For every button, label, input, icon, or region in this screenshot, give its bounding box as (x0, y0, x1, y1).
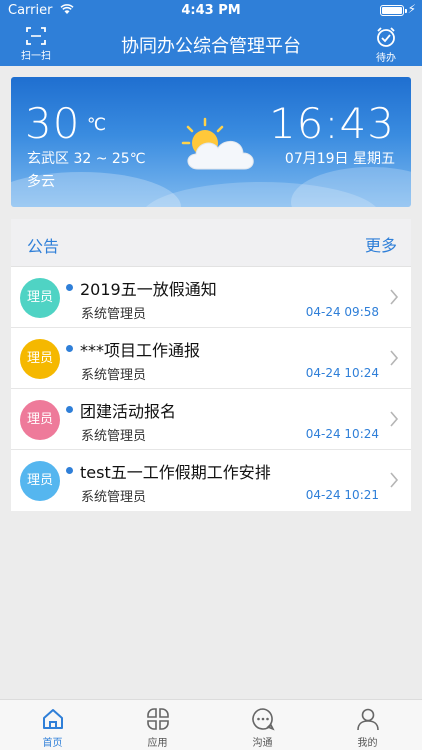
announcement-title: 公告 (27, 237, 60, 256)
tab-profile-label: 我的 (357, 738, 378, 749)
tab-apps[interactable]: 应用 (105, 700, 210, 750)
unread-dot (66, 345, 73, 352)
announcement-item-title: 团建活动报名 (80, 402, 177, 421)
announcement-time: 04-24 10:24 (305, 427, 379, 441)
chat-icon (251, 708, 275, 731)
tab-profile[interactable]: 我的 (315, 700, 420, 750)
weather-description: 多云 (27, 174, 55, 190)
home-icon (42, 709, 63, 729)
nav-bar: 扫一扫 协同办公综合管理平台 待办 (0, 22, 422, 66)
tab-home-label: 首页 (42, 738, 63, 749)
tab-home[interactable]: 首页 (0, 700, 105, 750)
announcement-row[interactable]: 理员 ***项目工作通报系统管理员 04-24 10:24 (11, 328, 411, 389)
charging-icon: ⚡ (407, 2, 416, 16)
tab-chat-label: 沟通 (252, 738, 273, 749)
weather-card: 30 ℃ 玄武区 32 ~ 25℃ 多云 16:43 07月19日 星期五 (11, 77, 411, 207)
announcement-row[interactable]: 理员 2019五一放假通知系统管理员 04-24 09:58 (11, 267, 411, 328)
todo-clock-icon (377, 27, 395, 47)
chevron-right-icon (389, 471, 399, 493)
weather-temperature: 30 (25, 99, 81, 148)
unread-dot (66, 406, 73, 413)
announcement-header: 公告 更多 (11, 219, 411, 267)
announcement-author: 系统管理员 (81, 368, 147, 383)
battery-icon (380, 5, 407, 16)
chevron-right-icon (389, 349, 399, 371)
temperature-unit: ℃ (87, 115, 107, 135)
weather-clock: 16:43 (268, 99, 395, 148)
chevron-right-icon (389, 410, 399, 432)
avatar: 理员 (20, 400, 60, 440)
announcement-row[interactable]: 理员 test五一工作假期工作安排系统管理员 04-24 10:21 (11, 450, 411, 511)
tab-apps-label: 应用 (147, 738, 168, 749)
announcement-time: 04-24 09:58 (305, 305, 379, 319)
profile-icon (356, 708, 379, 731)
more-button[interactable]: 更多 (365, 232, 397, 256)
weather-date: 07月19日 星期五 (284, 151, 395, 167)
announcement-item-title: test五一工作假期工作安排 (80, 463, 271, 482)
todo-label: 待办 (376, 53, 396, 64)
avatar: 理员 (20, 278, 60, 318)
chevron-right-icon (389, 288, 399, 310)
partly-cloudy-icon (180, 117, 262, 179)
avatar: 理员 (20, 461, 60, 501)
todo-button[interactable]: 待办 (364, 24, 408, 64)
unread-dot (66, 284, 73, 291)
status-time: 4:43 PM (181, 3, 241, 18)
unread-dot (66, 467, 73, 474)
announcement-time: 04-24 10:21 (305, 488, 379, 502)
announcement-author: 系统管理员 (81, 429, 147, 444)
tab-bar: 首页 应用 沟通 我的 (0, 699, 422, 750)
announcement-row[interactable]: 理员 团建活动报名系统管理员 04-24 10:24 (11, 389, 411, 450)
announcement-panel: 公告 更多 理员 2019五一放假通知系统管理员 04-24 09:58 理员 ***项… (11, 219, 411, 511)
apps-icon (146, 708, 169, 730)
announcement-item-title: 2019五一放假通知 (80, 280, 217, 299)
announcement-author: 系统管理员 (81, 490, 147, 505)
announcement-time: 04-24 10:24 (305, 366, 379, 380)
status-bar: Carrier 4:43 PM ⚡ (0, 0, 422, 22)
page-title: 协同办公综合管理平台 (121, 36, 301, 57)
avatar: 理员 (20, 339, 60, 379)
weather-range: 玄武区 32 ~ 25℃ (27, 151, 146, 167)
announcement-author: 系统管理员 (81, 307, 147, 322)
announcement-item-title: ***项目工作通报 (80, 341, 201, 360)
tab-chat[interactable]: 沟通 (210, 700, 315, 750)
